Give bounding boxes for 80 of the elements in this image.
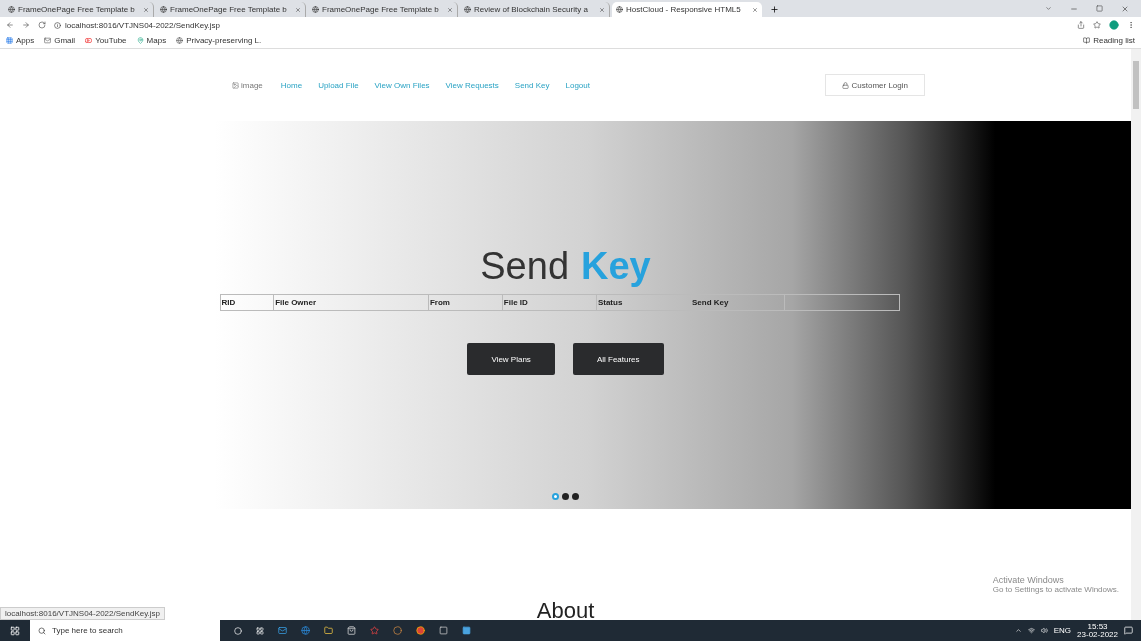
globe-icon	[464, 6, 471, 13]
lock-icon	[841, 81, 849, 89]
bookmark-link[interactable]: Maps	[146, 36, 167, 45]
carousel-dot[interactable]	[572, 493, 579, 500]
start-icon[interactable]	[10, 625, 20, 636]
network-icon[interactable]	[1027, 627, 1035, 634]
close-icon[interactable]	[599, 6, 605, 13]
play-icon[interactable]	[85, 37, 93, 44]
table-header-cell: File Owner	[273, 294, 429, 311]
logo-alt-text: image	[241, 80, 263, 90]
activation-title: Activate Windows	[992, 575, 1065, 585]
app-icon[interactable]	[370, 626, 379, 635]
globe-icon	[616, 6, 623, 13]
hero-heading: Send Key	[480, 245, 651, 288]
mail-icon[interactable]	[278, 626, 287, 635]
url-text: localhost:8016/VTJNS04-2022/SendKey.jsp	[65, 20, 221, 30]
bookmark-link[interactable]: YouTube	[95, 36, 127, 45]
globe-icon	[160, 6, 167, 13]
close-icon[interactable]	[295, 6, 301, 13]
language-indicator[interactable]: ENG	[1053, 626, 1072, 635]
close-icon[interactable]	[1121, 4, 1129, 13]
volume-icon[interactable]	[1040, 627, 1048, 634]
clock[interactable]: 15:53 23-02-2022	[1077, 622, 1118, 639]
forward-icon[interactable]	[22, 21, 30, 29]
map-pin-icon[interactable]	[136, 37, 144, 44]
app-icon[interactable]	[462, 626, 471, 635]
book-icon[interactable]	[1083, 37, 1091, 44]
apps-grid-icon[interactable]	[6, 37, 13, 44]
folder-icon[interactable]	[324, 626, 333, 635]
section-heading: About	[536, 598, 595, 620]
share-icon[interactable]	[1077, 21, 1085, 29]
browser-tab[interactable]: Review of Blockchain Security a	[460, 2, 610, 17]
table-header-cell: From	[428, 294, 503, 311]
info-icon	[54, 21, 61, 29]
globe-icon	[312, 6, 319, 13]
status-url: localhost:8016/VTJNS04-2022/SendKey.jsp	[0, 607, 166, 620]
store-icon[interactable]	[347, 626, 356, 635]
browser-tab[interactable]: FrameOnePage Free Template b	[4, 2, 154, 17]
bookmark-link[interactable]: Gmail	[54, 36, 76, 45]
hero-button[interactable]: All Features	[572, 343, 664, 375]
close-icon[interactable]	[447, 6, 453, 13]
back-icon[interactable]	[6, 21, 14, 29]
star-icon[interactable]	[1093, 21, 1101, 29]
mail-icon[interactable]	[44, 37, 52, 44]
browser-tab[interactable]: HostCloud - Responsive HTML5	[612, 2, 762, 17]
task-view-icon[interactable]	[256, 626, 264, 635]
browser-tab[interactable]: FrameOnePage Free Template b	[156, 2, 306, 17]
taskbar-search-field[interactable]: Type here to search	[30, 620, 220, 641]
bookmark-link[interactable]: Apps	[16, 36, 35, 45]
globe-icon	[8, 6, 15, 13]
reload-icon[interactable]	[38, 21, 46, 29]
globe-icon[interactable]	[176, 37, 184, 44]
activation-text: Go to Settings to activate Windows.	[992, 585, 1119, 594]
search-icon	[38, 626, 46, 635]
tray-caret-icon[interactable]	[1014, 627, 1022, 634]
scrollbar-thumb[interactable]	[1133, 61, 1139, 109]
menu-icon[interactable]	[1127, 21, 1135, 29]
carousel-dot[interactable]	[552, 493, 559, 500]
close-icon[interactable]	[752, 6, 758, 13]
table-header-cell: File ID	[502, 294, 597, 311]
hero-button[interactable]: View Plans	[467, 343, 555, 375]
profile-avatar[interactable]	[1109, 20, 1119, 30]
cortana-icon[interactable]	[234, 626, 242, 635]
table-header-cell: RID	[220, 294, 274, 311]
restore-icon[interactable]	[1096, 5, 1103, 12]
tab-search-icon[interactable]	[1045, 5, 1052, 12]
customer-login-button[interactable]: Customer Login	[824, 74, 925, 96]
broken-image-icon	[232, 81, 239, 89]
bookmark-link[interactable]: Privacy-preserving L.	[186, 36, 262, 45]
table-header-cell: Send Key	[690, 294, 785, 311]
carousel-dot[interactable]	[562, 493, 569, 500]
reading-list-link[interactable]: Reading list	[1093, 36, 1135, 45]
notifications-icon[interactable]	[1124, 626, 1133, 635]
address-field[interactable]: localhost:8016/VTJNS04-2022/SendKey.jsp	[54, 19, 1069, 31]
close-icon[interactable]	[143, 6, 149, 13]
browser-icon[interactable]	[301, 626, 310, 635]
new-tab-icon[interactable]	[770, 5, 779, 14]
app-icon[interactable]	[439, 626, 448, 635]
browser-tab[interactable]: FrameOnePage Free Template b	[308, 2, 458, 17]
app-icon[interactable]	[393, 626, 402, 635]
